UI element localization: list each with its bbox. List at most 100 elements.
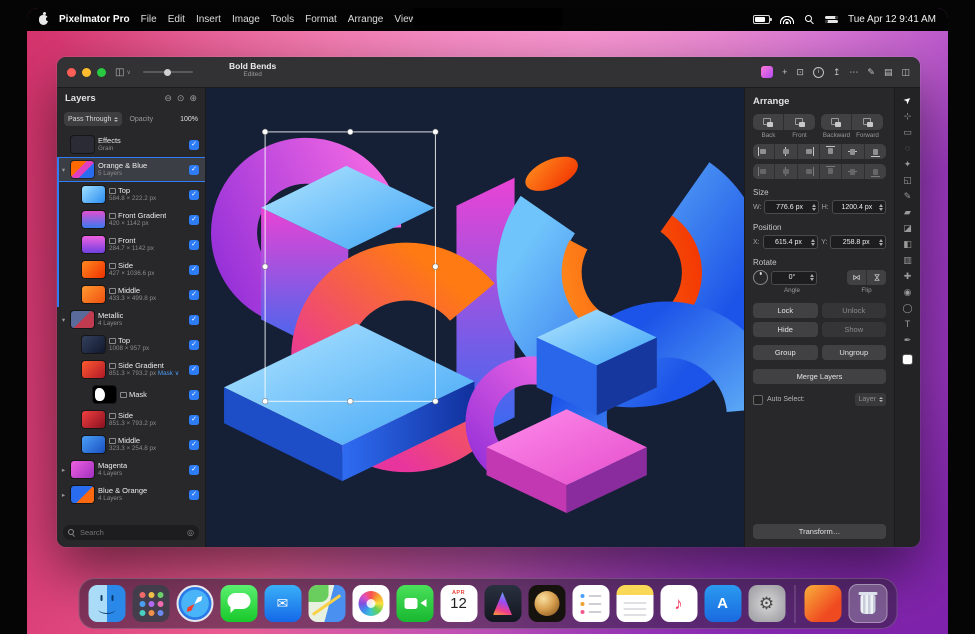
- layer-visibility-checkbox[interactable]: ✓: [189, 290, 199, 300]
- markup-icon[interactable]: ✎: [867, 67, 875, 78]
- launchpad-dock-icon[interactable]: [132, 585, 169, 622]
- reminders-dock-icon[interactable]: [572, 585, 609, 622]
- facetime-dock-icon[interactable]: [396, 585, 433, 622]
- layer-row-blue-orange[interactable]: ▸Blue & Orange4 Layers✓: [57, 482, 205, 507]
- pixelmator-pro-dock-icon[interactable]: [484, 585, 521, 622]
- zoom-slider-knob[interactable]: [164, 69, 171, 76]
- color-adjustments-icon[interactable]: [761, 66, 773, 78]
- close-button[interactable]: [67, 68, 76, 77]
- clone-tool-icon[interactable]: ✚: [904, 271, 912, 282]
- align-right-icon[interactable]: [798, 144, 820, 159]
- add-layer-icon[interactable]: ⊕: [189, 93, 197, 104]
- eraser-tool-icon[interactable]: ◪: [903, 223, 912, 234]
- stepper-arrows-icon[interactable]: [811, 239, 815, 246]
- pen-tool-icon[interactable]: ✒: [904, 335, 912, 346]
- control-center-icon[interactable]: [825, 15, 838, 24]
- unlock-button[interactable]: Unlock: [822, 303, 887, 318]
- blend-mode-dropdown[interactable]: Pass Through: [64, 112, 122, 126]
- auto-select-dropdown[interactable]: Layer: [855, 393, 886, 406]
- layer-row-middle[interactable]: Middle433.3 × 499.8 px✓: [57, 282, 205, 307]
- layer-visibility-checkbox[interactable]: ✓: [189, 315, 199, 325]
- sidebar-toggle-icon[interactable]: ◫∨: [115, 67, 131, 78]
- layer-row-orange-blue[interactable]: ▾Orange & Blue5 Layers✓: [57, 157, 205, 182]
- messages-dock-icon[interactable]: [220, 585, 257, 622]
- more-icon[interactable]: ⋯: [849, 67, 858, 78]
- width-stepper[interactable]: 776.6 px: [764, 200, 818, 214]
- flip-horizontal-icon[interactable]: ⋈: [847, 270, 867, 285]
- layer-visibility-checkbox[interactable]: ✓: [189, 240, 199, 250]
- safari-dock-icon[interactable]: [176, 585, 213, 622]
- distribute-bottom-icon[interactable]: [865, 164, 886, 179]
- lock-button[interactable]: Lock: [753, 303, 818, 318]
- mask-badge[interactable]: Mask ∨: [156, 370, 179, 377]
- search-filter-icon[interactable]: ◎: [187, 528, 194, 537]
- gradient-tool-icon[interactable]: ▥: [903, 255, 912, 266]
- brush-tool-icon[interactable]: ▰: [904, 207, 911, 218]
- menu-tools[interactable]: Tools: [271, 14, 294, 25]
- layer-row-top[interactable]: Top584.8 × 222.2 px✓: [57, 182, 205, 207]
- share-icon[interactable]: ↥: [833, 67, 841, 78]
- lasso-tool-icon[interactable]: ◌: [905, 143, 910, 154]
- distribute-center-icon[interactable]: [775, 164, 797, 179]
- layer-visibility-checkbox[interactable]: ✓: [189, 265, 199, 275]
- menu-edit[interactable]: Edit: [168, 14, 185, 25]
- merge-layers-button[interactable]: Merge Layers: [753, 369, 886, 384]
- align-center-icon[interactable]: [775, 144, 797, 159]
- group-button[interactable]: Group: [753, 345, 818, 360]
- shape-tool-icon[interactable]: ◯: [902, 303, 912, 314]
- ungroup-button[interactable]: Ungroup: [822, 345, 887, 360]
- layer-row-side[interactable]: Side427 × 1036.6 px✓: [57, 257, 205, 282]
- layer-visibility-checkbox[interactable]: ✓: [189, 490, 199, 500]
- trash-dock-icon[interactable]: [848, 584, 887, 623]
- layer-visibility-checkbox[interactable]: ✓: [189, 440, 199, 450]
- marquee-tool-icon[interactable]: ▭: [903, 127, 912, 138]
- layer-row-top[interactable]: Top1008 × 957 px✓: [57, 332, 205, 357]
- layer-row-effects[interactable]: EffectsGrain✓: [57, 132, 205, 157]
- search-input[interactable]: [78, 527, 184, 538]
- maps-dock-icon[interactable]: [308, 585, 345, 622]
- layer-row-front-gradient[interactable]: Front Gradient420 × 1142 px✓: [57, 207, 205, 232]
- mail-dock-icon[interactable]: ✉: [264, 585, 301, 622]
- layers-search-field[interactable]: ◎: [63, 525, 199, 540]
- pointer-tool-icon[interactable]: ➤: [901, 94, 914, 107]
- stepper-arrows-icon[interactable]: [879, 204, 883, 211]
- disclosure-icon[interactable]: ▸: [60, 491, 67, 499]
- finder-dock-icon[interactable]: [88, 585, 125, 622]
- photo-browser-icon[interactable]: ⊡: [796, 67, 804, 78]
- layer-visibility-checkbox[interactable]: ✓: [189, 340, 199, 350]
- layout-side-icon[interactable]: ◫: [901, 67, 910, 78]
- disclosure-icon[interactable]: ▾: [60, 316, 67, 324]
- layer-row-side-gradient[interactable]: Side Gradient851.3 × 793.2 px Mask ∨✓: [57, 357, 205, 382]
- distribute-top-icon[interactable]: [820, 164, 842, 179]
- menu-image[interactable]: Image: [232, 14, 260, 25]
- wifi-icon[interactable]: [780, 15, 795, 24]
- hide-button[interactable]: Hide: [753, 322, 818, 337]
- menu-format[interactable]: Format: [305, 14, 337, 25]
- layer-options-icon[interactable]: ⊙: [177, 93, 185, 104]
- layer-visibility-checkbox[interactable]: ✓: [189, 140, 199, 150]
- rotate-dial[interactable]: [753, 270, 768, 285]
- distribute-right-icon[interactable]: [798, 164, 820, 179]
- angle-stepper[interactable]: 0°: [771, 271, 817, 285]
- app-store-dock-icon[interactable]: A: [704, 585, 741, 622]
- show-button[interactable]: Show: [822, 322, 887, 337]
- system-settings-dock-icon[interactable]: ⚙: [748, 585, 785, 622]
- fill-tool-icon[interactable]: ◧: [903, 239, 912, 250]
- bring-forward-button[interactable]: [852, 114, 883, 130]
- transform-tool-icon[interactable]: ⊹: [904, 111, 912, 122]
- layer-row-mask[interactable]: Mask✓: [57, 382, 205, 407]
- menu-file[interactable]: File: [141, 14, 157, 25]
- pencil-tool-icon[interactable]: ✎: [904, 191, 912, 202]
- align-bottom-icon[interactable]: [865, 144, 886, 159]
- stepper-arrows-icon[interactable]: [879, 239, 883, 246]
- layer-row-metallic[interactable]: ▾Metallic4 Layers✓: [57, 307, 205, 332]
- spotlight-icon[interactable]: [805, 15, 815, 25]
- layout-top-icon[interactable]: ▤: [884, 67, 893, 78]
- disclosure-icon[interactable]: ▸: [60, 466, 67, 474]
- gold-lens-app-dock-icon[interactable]: [528, 585, 565, 622]
- info-icon[interactable]: i: [813, 67, 824, 78]
- align-top-icon[interactable]: [820, 144, 842, 159]
- opacity-value[interactable]: 100%: [180, 116, 198, 123]
- transform-button[interactable]: Transform…: [753, 524, 886, 539]
- remove-layer-icon[interactable]: ⊖: [164, 93, 172, 104]
